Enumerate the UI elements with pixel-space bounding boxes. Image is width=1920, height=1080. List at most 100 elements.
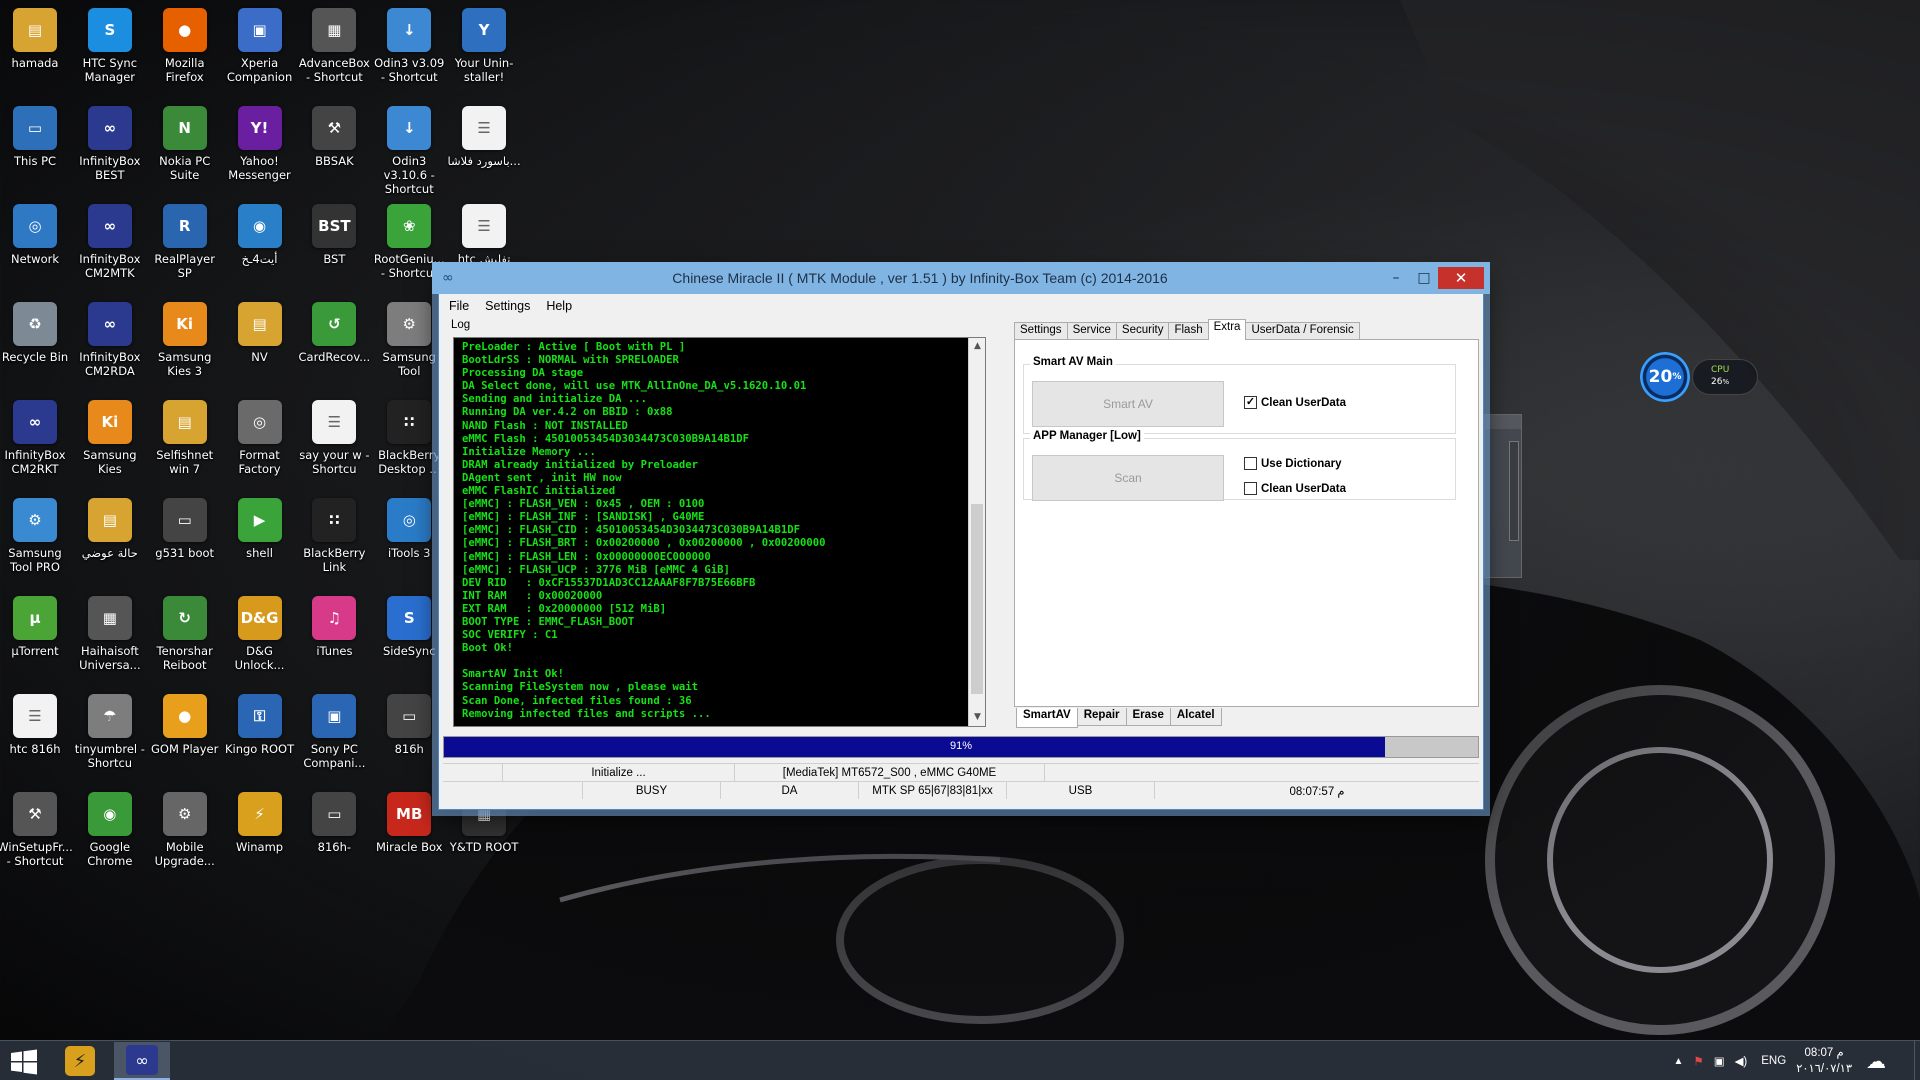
taskbar-infinity-mtk[interactable]: ∞ <box>114 1042 170 1080</box>
desktop-icon[interactable]: ▤ NV <box>223 296 297 392</box>
desktop-icon[interactable]: ☰ say your w - Shortcu <box>297 394 371 490</box>
window-titlebar[interactable]: ∞ Chinese Miracle II ( MTK Module , ver … <box>432 262 1490 294</box>
smart-av-clean-userdata-checkbox[interactable]: ✓ Clean UserData <box>1244 396 1346 409</box>
input-language[interactable]: ENG <box>1761 1055 1786 1067</box>
log-scrollbar[interactable]: ▲ ▼ <box>968 338 985 726</box>
desktop-icon[interactable]: ▤ حالة عوضي <box>73 492 147 588</box>
scan-button[interactable]: Scan <box>1032 455 1224 501</box>
desktop-icon[interactable]: ▦ AdvanceBox - Shortcut <box>297 2 371 98</box>
desktop-icon[interactable]: ◎ iTools 3 <box>372 492 446 588</box>
background-window-scrollbar[interactable] <box>1509 441 1519 541</box>
desktop-icon[interactable]: ▶ shell <box>223 492 297 588</box>
desktop-icon[interactable]: ∞ InfinityBox CM2RKT <box>0 394 72 490</box>
desktop-icon[interactable]: ▭ This PC <box>0 100 72 196</box>
desktop-icon[interactable]: N Nokia PC Suite <box>148 100 222 196</box>
desktop-icon[interactable]: D&G D&G Unlock... <box>223 590 297 686</box>
maximize-button[interactable]: □ <box>1410 268 1438 288</box>
desktop-icon-label: Mozilla Firefox <box>164 56 205 84</box>
menu-file[interactable]: File <box>443 297 475 317</box>
app-clean-userdata-checkbox[interactable]: Clean UserData <box>1244 482 1346 495</box>
desktop-icon[interactable]: ↓ Odin3 v3.09 - Shortcut <box>372 2 446 98</box>
desktop-icon[interactable]: µ µTorrent <box>0 590 72 686</box>
taskbar-winamp[interactable]: ⚡ <box>52 1042 108 1080</box>
desktop-icon[interactable]: ∞ InfinityBox CM2RDA <box>73 296 147 392</box>
desktop-icon[interactable]: ◎ Format Factory <box>223 394 297 490</box>
desktop-icon[interactable]: ☰ باسورد فلاشا... <box>447 100 521 196</box>
action-center-flag-icon[interactable]: ⚑ <box>1693 1054 1703 1068</box>
desktop-icon[interactable]: ↻ Tenorshar Reiboot <box>148 590 222 686</box>
desktop-icon[interactable]: ⚒ BBSAK <box>297 100 371 196</box>
desktop-icon[interactable]: ∞ InfinityBox CM2MTK <box>73 198 147 294</box>
tab-service[interactable]: Service <box>1066 322 1117 340</box>
subtab-smartav[interactable]: SmartAV <box>1016 708 1078 728</box>
network-icon[interactable]: ▣ <box>1714 1054 1725 1068</box>
desktop-icon[interactable]: Ki Samsung Kies <box>73 394 147 490</box>
background-window-titlebar[interactable] <box>1485 415 1521 429</box>
desktop-icon-label: g531 boot <box>155 546 215 560</box>
desktop-icon[interactable]: ▤ hamada <box>0 2 72 98</box>
desktop-icon[interactable]: S SideSync <box>372 590 446 686</box>
tab-settings[interactable]: Settings <box>1014 322 1068 340</box>
system-monitor-gadget[interactable]: 20% CPU 26% <box>1640 352 1760 402</box>
desktop-icon[interactable]: ⚒ WinSetupFr... - Shortcut <box>0 786 73 882</box>
minimize-button[interactable]: – <box>1382 268 1410 288</box>
desktop-icon[interactable]: Y! Yahoo! Messenger <box>223 100 297 196</box>
app-icon: ● <box>162 694 207 738</box>
log-console[interactable]: PreLoader : Active [ Boot with PL ] BootL… <box>453 337 986 727</box>
menu-help[interactable]: Help <box>540 297 578 317</box>
desktop-icon[interactable]: Y Your Unin-staller! <box>447 2 521 98</box>
tab-extra[interactable]: Extra <box>1207 319 1247 340</box>
desktop-icon[interactable]: ◎ Network <box>0 198 72 294</box>
desktop-icon[interactable]: ◉ أيت4ـخ <box>223 198 297 294</box>
scroll-up-icon[interactable]: ▲ <box>969 338 985 355</box>
smart-av-button[interactable]: Smart AV <box>1032 381 1224 427</box>
desktop-icon[interactable]: ⚿ Kingo ROOT <box>223 688 297 784</box>
desktop-icon[interactable]: ↺ CardRecov... <box>297 296 371 392</box>
desktop-icon[interactable]: ● GOM Player <box>148 688 222 784</box>
desktop-icon[interactable]: ▭ 816h <box>372 688 446 784</box>
subtab-repair[interactable]: Repair <box>1076 708 1127 726</box>
desktop-icon[interactable]: ☰ htc 816h <box>0 688 72 784</box>
weather-cloud-icon[interactable]: ☁ <box>1866 1049 1886 1074</box>
desktop-icon[interactable]: ▣ Xperia Companion <box>223 2 297 98</box>
desktop-icon[interactable]: ⚡ Winamp <box>223 786 297 882</box>
tab-security[interactable]: Security <box>1115 322 1170 340</box>
subtab-erase[interactable]: Erase <box>1125 708 1171 726</box>
desktop-icon[interactable]: ♫ iTunes <box>297 590 371 686</box>
background-window[interactable] <box>1484 414 1522 578</box>
desktop-icon[interactable]: ⚙ Mobile Upgrade... <box>148 786 222 882</box>
tab-flash[interactable]: Flash <box>1168 322 1209 340</box>
desktop-icon[interactable]: ↓ Odin3 v3.10.6 - Shortcut <box>372 100 446 196</box>
desktop-icon[interactable]: ∷ BlackBerry Desktop ... <box>372 394 446 490</box>
log-scroll-thumb[interactable] <box>971 504 983 694</box>
volume-icon[interactable]: ◀) <box>1735 1054 1748 1068</box>
scroll-down-icon[interactable]: ▼ <box>969 709 985 726</box>
desktop-icon[interactable]: MB Miracle Box <box>372 786 446 882</box>
use-dictionary-checkbox[interactable]: Use Dictionary <box>1244 457 1342 470</box>
desktop-icon[interactable]: ⚙ Samsung Tool PRO <box>0 492 72 588</box>
desktop-icon[interactable]: ∞ InfinityBox BEST <box>73 100 147 196</box>
close-button[interactable]: ✕ <box>1438 267 1484 289</box>
desktop-icon[interactable]: ☂ tinyumbrel - Shortcu <box>73 688 147 784</box>
desktop-icon[interactable]: ▭ g531 boot <box>148 492 222 588</box>
desktop-icon[interactable]: ▤ Selfishnet win 7 <box>148 394 222 490</box>
windows-start-icon[interactable] <box>10 1049 38 1075</box>
desktop-icon[interactable]: ● Mozilla Firefox <box>148 2 222 98</box>
desktop-icon[interactable]: ▦ Haihaisoft Universa... <box>73 590 147 686</box>
menu-settings[interactable]: Settings <box>479 297 536 317</box>
desktop-icon[interactable]: ∷ BlackBerry Link <box>297 492 371 588</box>
desktop-icon[interactable]: ♻ Recycle Bin <box>0 296 72 392</box>
show-hidden-icons-chevron-up-icon[interactable]: ▲ <box>1673 1056 1683 1067</box>
desktop-icon[interactable]: ▣ Sony PC Compani... <box>297 688 371 784</box>
tab-userdata-forensic[interactable]: UserData / Forensic <box>1245 322 1360 340</box>
desktop-icon[interactable]: BST BST <box>297 198 371 294</box>
desktop-icon[interactable]: ◉ Google Chrome <box>73 786 147 882</box>
desktop-icon[interactable]: R RealPlayer SP <box>148 198 222 294</box>
desktop-icon[interactable]: ⚙ Samsung Tool <box>372 296 446 392</box>
subtab-alcatel[interactable]: Alcatel <box>1169 708 1222 726</box>
desktop-icon[interactable]: Ki Samsung Kies 3 <box>148 296 222 392</box>
desktop-icon[interactable]: S HTC Sync Manager <box>73 2 147 98</box>
show-desktop-button[interactable] <box>1914 1041 1920 1080</box>
desktop-icon[interactable]: ▭ 816h- <box>297 786 371 882</box>
clock[interactable]: 08:07 م ٢٠١٦/٠٧/١٣ <box>1796 1045 1852 1077</box>
